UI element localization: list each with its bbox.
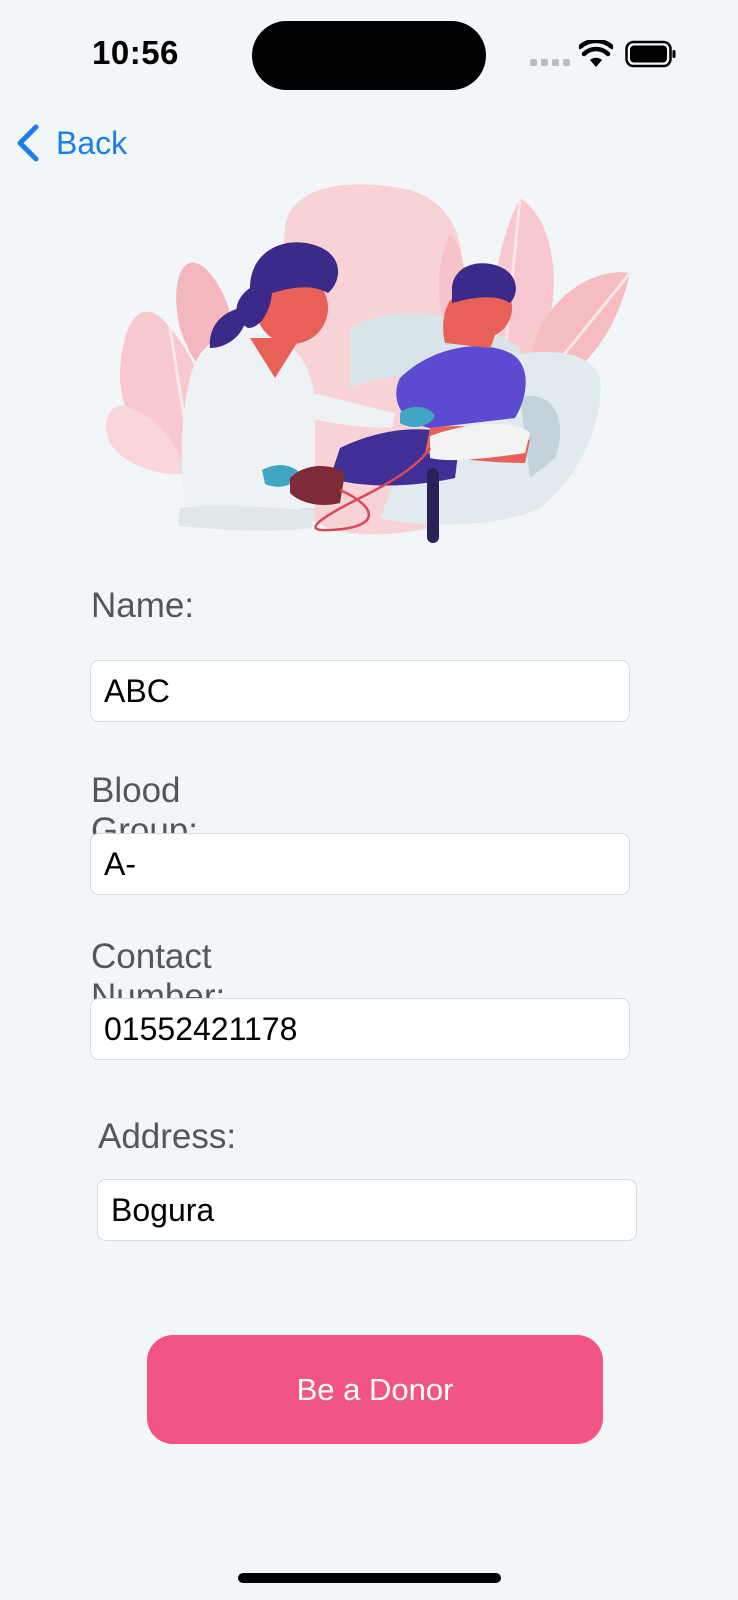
- be-a-donor-button[interactable]: Be a Donor: [147, 1335, 603, 1444]
- address-input[interactable]: [97, 1179, 637, 1241]
- name-input[interactable]: [90, 660, 630, 722]
- contact-number-input[interactable]: [90, 998, 630, 1060]
- battery-icon: [625, 40, 676, 68]
- address-label: Address:: [98, 1117, 237, 1156]
- back-button[interactable]: Back: [14, 120, 127, 166]
- name-label: Name:: [91, 586, 195, 625]
- blood-donation-illustration: [106, 184, 632, 543]
- chevron-left-icon: [17, 124, 39, 162]
- wifi-icon: [579, 40, 613, 67]
- blood-group-input[interactable]: [90, 833, 630, 895]
- status-time: 10:56: [92, 34, 179, 71]
- cellular-signal-icon: [530, 59, 570, 67]
- dynamic-island: [252, 21, 486, 90]
- back-label: Back: [56, 124, 128, 161]
- home-indicator: [238, 1573, 501, 1583]
- status-bar: 10:56: [0, 0, 738, 110]
